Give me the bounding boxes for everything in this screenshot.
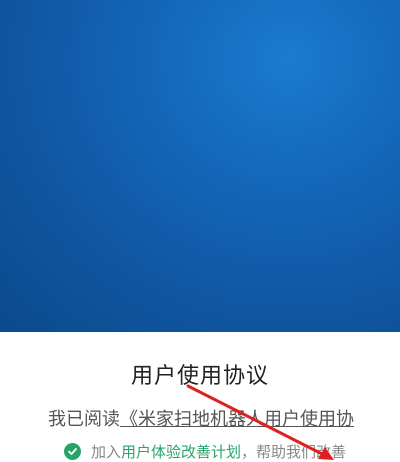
- plan-prefix: 加入: [91, 442, 122, 461]
- screen: 用户使用协议 我已阅读《米家扫地机器人用户使用协 加入 用户体验改善计划 ，帮助我们…: [0, 0, 400, 462]
- user-agreement-link[interactable]: 《米家扫地机器人用户使用协: [120, 409, 354, 430]
- hero-banner: [0, 0, 400, 332]
- experience-plan-option[interactable]: 加入 用户体验改善计划 ，帮助我们改善: [64, 440, 346, 462]
- check-circle-icon[interactable]: [64, 442, 81, 460]
- agreement-prefix: 我已阅读: [48, 409, 120, 430]
- plan-suffix: ，帮助我们改善: [241, 442, 347, 461]
- experience-plan-link[interactable]: 用户体验改善计划: [121, 441, 241, 462]
- dialog-title: 用户使用协议: [130, 364, 269, 389]
- agreement-statement: 我已阅读《米家扫地机器人用户使用协: [48, 405, 354, 431]
- checkmark-glyph: [68, 447, 77, 455]
